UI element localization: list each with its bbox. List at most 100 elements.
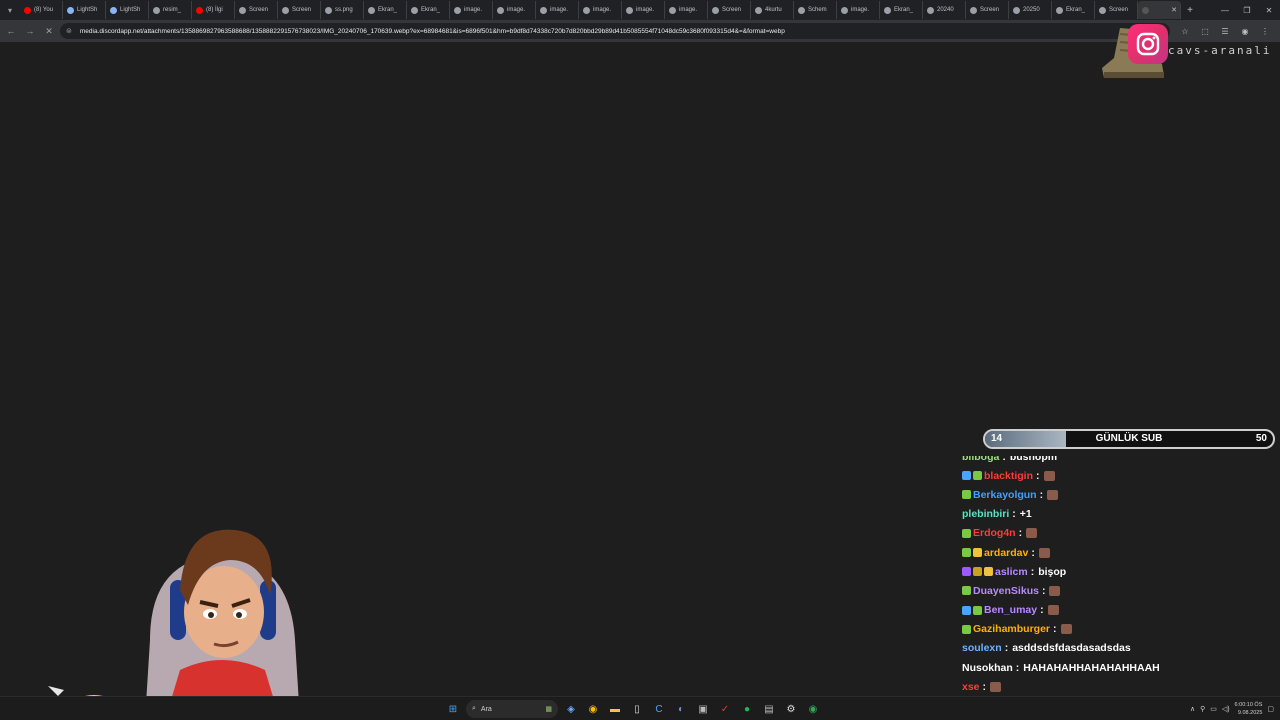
tab[interactable]: Screen: [235, 1, 278, 19]
file-explorer-icon[interactable]: ▬: [606, 700, 624, 718]
chat-username[interactable]: blacktigin: [984, 470, 1033, 482]
chat-emote-icon: [990, 681, 1002, 692]
chat-message: Berkayolgun:: [962, 485, 1272, 504]
media-app-icon[interactable]: ▣: [694, 700, 712, 718]
close-tab-icon[interactable]: ✕: [1171, 6, 1177, 14]
chat-username[interactable]: xse: [962, 681, 980, 693]
tab[interactable]: 20250: [1009, 1, 1052, 19]
site-info-icon[interactable]: ⊜: [66, 27, 72, 35]
tab-favicon-icon: [24, 6, 31, 14]
chat-badge-icon: [962, 471, 971, 481]
tab[interactable]: image.: [579, 1, 622, 19]
tab[interactable]: (8) İlgi: [192, 1, 235, 19]
network-icon[interactable]: ▭: [1210, 705, 1217, 713]
tab[interactable]: Screen: [708, 1, 751, 19]
tab-favicon-icon: [583, 6, 590, 14]
tab[interactable]: image.: [493, 1, 536, 19]
tab[interactable]: LightSh: [106, 1, 149, 19]
chrome-icon[interactable]: ◉: [584, 700, 602, 718]
chat-username[interactable]: Ben_umay: [984, 604, 1037, 616]
tab[interactable]: image.: [837, 1, 880, 19]
minimize-button[interactable]: —: [1214, 0, 1236, 20]
tab[interactable]: Ekran_: [407, 1, 450, 19]
tab-label: Ekran_: [421, 7, 441, 13]
stop-loading-button[interactable]: ✕: [41, 23, 57, 39]
instagram-overlay: cavs-aranali: [1100, 22, 1280, 82]
tab[interactable]: 4kurtu: [751, 1, 794, 19]
taskbar-apps: ⊞ ⌕ Ara ▦ ◈ ◉ ▬ ▯ C ◐ ▣ ✓ ● ▤ ⚙ ◉: [444, 699, 822, 719]
chat-badge-icon: [973, 567, 982, 577]
tray-chevron-icon[interactable]: ∧: [1190, 705, 1195, 713]
forward-button[interactable]: →: [22, 23, 38, 39]
document-icon[interactable]: ▯: [628, 700, 646, 718]
tab-favicon-icon: [153, 6, 160, 14]
tab[interactable]: resim_: [149, 1, 192, 19]
tab[interactable]: LightSh: [63, 1, 106, 19]
chat-username[interactable]: Erdog4n: [973, 527, 1016, 539]
close-window-button[interactable]: ✕: [1258, 0, 1280, 20]
maximize-button[interactable]: ❐: [1236, 0, 1258, 20]
new-tab-button[interactable]: +: [1181, 5, 1199, 16]
tray-pin-icon[interactable]: ⚲: [1200, 705, 1205, 713]
chat-message: soulexn: asddsdsfdasdasadsdas: [962, 639, 1272, 658]
chat-message: aslicm: bişop: [962, 562, 1272, 581]
tab[interactable]: Ekran_: [364, 1, 407, 19]
tab[interactable]: Ekran_: [880, 1, 923, 19]
tab[interactable]: Screen: [278, 1, 321, 19]
chat-username[interactable]: Berkayolgun: [973, 489, 1037, 501]
tab[interactable]: image.: [536, 1, 579, 19]
tab[interactable]: Screen: [1095, 1, 1138, 19]
tab[interactable]: Schem: [794, 1, 837, 19]
tab-label: image.: [679, 7, 698, 13]
taskbar-clock[interactable]: 6:00:10 ÖS 9.08.2025: [1235, 701, 1263, 717]
chat-emote-icon: [1038, 547, 1050, 558]
tab[interactable]: Ekran_: [1052, 1, 1095, 19]
settings-gear-icon[interactable]: ⚙: [782, 700, 800, 718]
notification-icon[interactable]: ▢: [1267, 705, 1274, 713]
tab-label: ss.png: [335, 7, 353, 13]
chat-text: bişop: [1038, 565, 1067, 578]
windows-taskbar: ⊞ ⌕ Ara ▦ ◈ ◉ ▬ ▯ C ◐ ▣ ✓ ● ▤ ⚙ ◉ ∧ ⚲ ▭ …: [0, 696, 1280, 720]
ccleaner-icon[interactable]: C: [650, 700, 668, 718]
chat-username[interactable]: ardardav: [984, 547, 1028, 559]
windows-start-icon[interactable]: ⊞: [444, 700, 462, 718]
tab-favicon-icon: [110, 6, 117, 14]
tab-favicon-icon: [755, 6, 762, 14]
chat-username[interactable]: aslicm: [995, 566, 1028, 578]
tab[interactable]: 20240: [923, 1, 966, 19]
address-bar[interactable]: ⊜ media.discordapp.net/attachments/13588…: [60, 23, 1170, 39]
tab-label: resim_: [163, 7, 182, 13]
chat-username[interactable]: DuayenSikus: [973, 585, 1039, 597]
tab[interactable]: (8) You: [20, 1, 63, 19]
chat-message: DuayenSikus:: [962, 581, 1272, 600]
app-grid-icon[interactable]: ▤: [760, 700, 778, 718]
copilot-icon[interactable]: ◈: [562, 700, 580, 718]
tab-favicon-icon: [239, 6, 246, 14]
chat-separator: :: [1018, 527, 1023, 540]
chrome-alt-icon[interactable]: ◉: [804, 700, 822, 718]
tab[interactable]: Screen: [966, 1, 1009, 19]
tab[interactable]: image.: [665, 1, 708, 19]
discord-icon[interactable]: ◐: [672, 700, 690, 718]
chat-username[interactable]: plebinbiri: [962, 508, 1009, 520]
taskbar-search[interactable]: ⌕ Ara ▦: [466, 700, 558, 718]
chat-username[interactable]: Gazihamburger: [973, 623, 1050, 635]
chat-emote-icon: [1047, 605, 1059, 616]
tab-label: 4kurtu: [765, 7, 782, 13]
chat-separator: :: [1040, 604, 1044, 617]
chat-username[interactable]: bilboga: [962, 456, 999, 463]
tab[interactable]: ss.png: [321, 1, 364, 19]
tab[interactable]: image.: [450, 1, 493, 19]
chat-username[interactable]: Nusokhan: [962, 662, 1013, 674]
chat-badge-icon: [973, 548, 982, 558]
tab-search-icon[interactable]: ▾: [0, 0, 20, 20]
volume-icon[interactable]: ◁): [1222, 705, 1230, 713]
antivirus-icon[interactable]: ✓: [716, 700, 734, 718]
search-icon: ⌕: [472, 705, 476, 712]
spotify-icon[interactable]: ●: [738, 700, 756, 718]
back-button[interactable]: ←: [3, 23, 19, 39]
chat-badge-icon: [962, 490, 971, 500]
chat-username[interactable]: soulexn: [962, 642, 1002, 654]
tab-active[interactable]: ✕: [1138, 1, 1181, 19]
tab[interactable]: image.: [622, 1, 665, 19]
